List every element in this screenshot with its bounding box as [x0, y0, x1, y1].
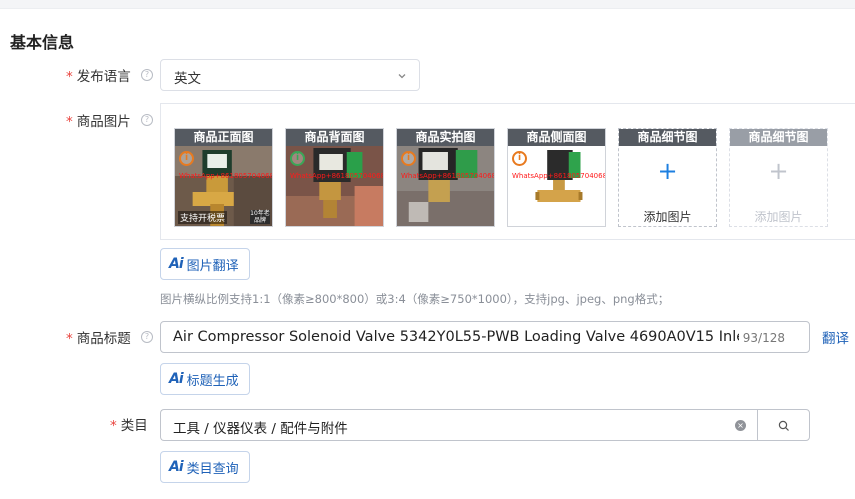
image-slot-front[interactable]: 商品正面图 i WhatsApp+8618057040688 支持开税票 10年… [174, 128, 273, 227]
add-image-slot-detail-disabled: 商品细节图 + 添加图片 [729, 128, 828, 227]
category-label-text: 类目 [120, 418, 148, 434]
category-input[interactable]: 工具 / 仪器仪表 / 配件与附件 × [160, 409, 758, 441]
info-circle-icon: i [179, 151, 194, 166]
add-image-label: 添加图片 [754, 210, 803, 224]
plus-icon: + [768, 157, 789, 185]
required-mark: * [66, 114, 73, 130]
watermark-text: WhatsApp+8618057040688 [401, 172, 495, 180]
watermark-text: WhatsApp+8618057040688 [290, 172, 384, 180]
question-circle-icon[interactable]: ? [141, 114, 153, 126]
image-slot-title: 商品细节图 [619, 129, 716, 146]
watermark-text: WhatsApp+8618057040688 [179, 172, 273, 180]
info-circle-icon: i [512, 151, 527, 166]
required-mark: * [110, 418, 117, 434]
info-circle-icon: i [290, 151, 305, 166]
search-icon [778, 420, 789, 431]
ai-icon: Ai [169, 459, 184, 475]
language-label: * 发布语言 [66, 65, 131, 85]
image-slot-title: 商品侧面图 [508, 129, 605, 146]
image-slot-side[interactable]: 商品侧面图 i WhatsApp+8618057040688 [507, 128, 606, 227]
language-value: 英文 [174, 71, 201, 87]
image-panel: 商品正面图 i WhatsApp+8618057040688 支持开税票 10年… [160, 103, 855, 240]
invoice-badge: 支持开税票 [178, 211, 228, 224]
section-title: 基本信息 [10, 33, 75, 52]
chevron-down-icon [398, 74, 406, 79]
char-count: 93/128 [742, 331, 785, 345]
category-query-button[interactable]: Ai 类目查询 [160, 451, 250, 483]
title-label: * 商品标题 [66, 327, 131, 347]
required-mark: * [66, 331, 73, 347]
image-slot-back[interactable]: 商品背面图 i WhatsApp+8618057040688 [285, 128, 384, 227]
product-title-value: Air Compressor Solenoid Valve 5342Y0L55-… [173, 329, 739, 345]
category-query-label: 类目查询 [186, 461, 239, 477]
add-image-label: 添加图片 [643, 210, 692, 224]
question-circle-icon[interactable]: ? [141, 69, 153, 81]
ai-icon: Ai [169, 256, 184, 272]
category-search-button[interactable] [757, 409, 810, 441]
brand-badge: 10年老品牌 [250, 210, 270, 224]
title-generate-label: 标题生成 [186, 373, 239, 389]
image-translate-label: 图片翻译 [186, 258, 239, 274]
images-label-text: 商品图片 [76, 114, 131, 130]
watermark-text: WhatsApp+8618057040688 [512, 172, 606, 180]
plus-icon: + [657, 157, 678, 185]
image-slot-title: 商品实拍图 [397, 129, 494, 146]
translate-link[interactable]: 翻译 [822, 327, 849, 347]
image-slot-title: 商品正面图 [175, 129, 272, 146]
clear-icon[interactable]: × [735, 420, 746, 431]
title-label-text: 商品标题 [76, 331, 131, 347]
image-slot-title: 商品背面图 [286, 129, 383, 146]
product-title-input[interactable]: Air Compressor Solenoid Valve 5342Y0L55-… [160, 321, 810, 353]
title-generate-button[interactable]: Ai 标题生成 [160, 363, 250, 395]
language-select[interactable]: 英文 [160, 59, 420, 91]
info-circle-icon: i [401, 151, 416, 166]
image-translate-button[interactable]: Ai 图片翻译 [160, 248, 250, 280]
ai-icon: Ai [169, 371, 184, 387]
add-image-slot-detail[interactable]: 商品细节图 + 添加图片 [618, 128, 717, 227]
image-slot-real-shot[interactable]: 商品实拍图 i WhatsApp+8618057040688 [396, 128, 495, 227]
image-slot-title: 商品细节图 [730, 129, 827, 146]
image-hint: 图片横纵比例支持1:1（像素≥800*800）或3:4（像素≥750*1000）… [160, 292, 670, 306]
images-label: * 商品图片 [66, 110, 131, 130]
category-label: * 类目 [110, 414, 148, 434]
question-circle-icon[interactable]: ? [141, 331, 153, 343]
top-bar [0, 0, 855, 9]
required-mark: * [66, 69, 73, 85]
category-value: 工具 / 仪器仪表 / 配件与附件 [173, 421, 348, 437]
language-label-text: 发布语言 [76, 69, 131, 85]
